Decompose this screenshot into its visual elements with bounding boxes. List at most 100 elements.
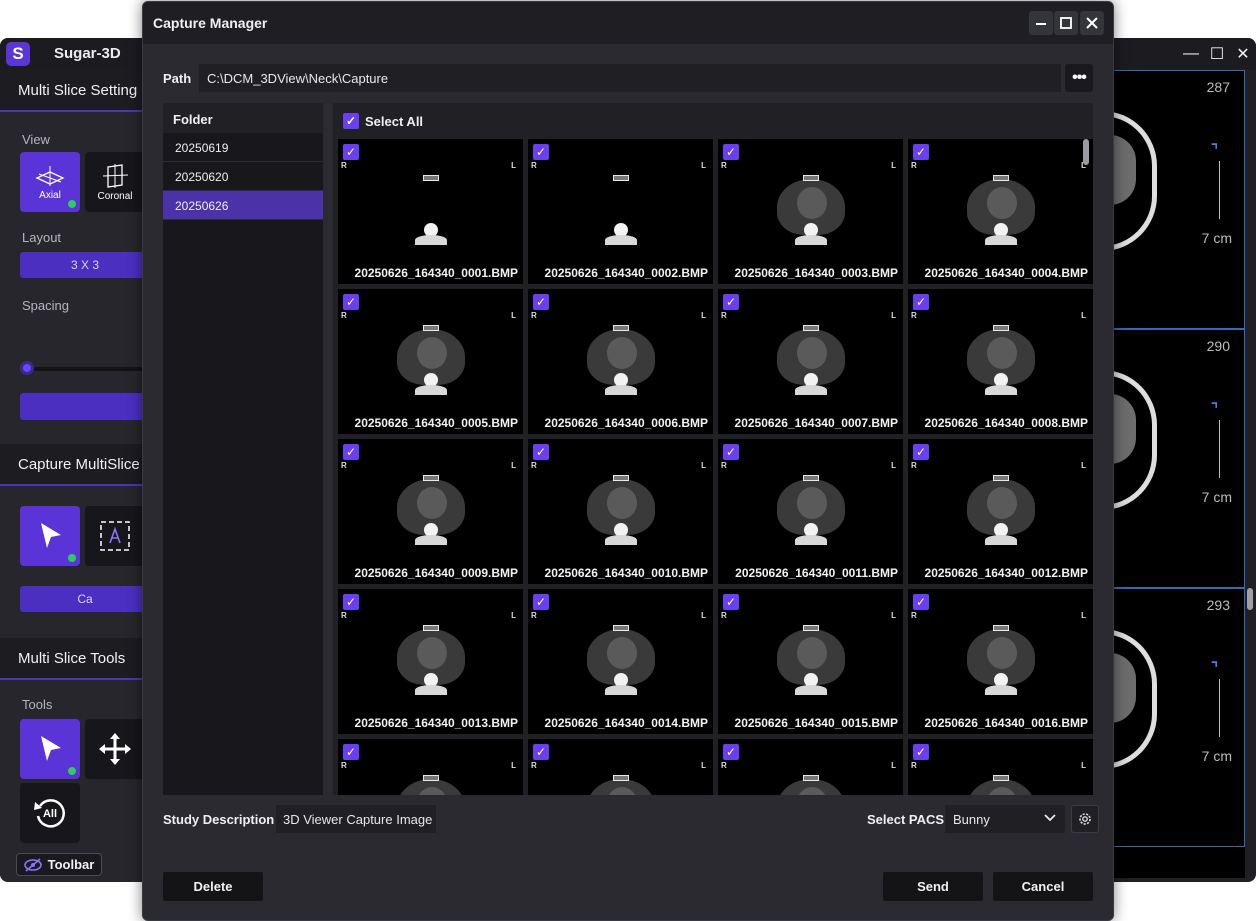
pacs-selected-value: Bunny	[953, 812, 990, 827]
orientation-label-right: R	[531, 161, 537, 170]
folder-item[interactable]: 20250620	[163, 162, 323, 191]
thumbnail-filename: 20250626_164340_0003.BMP	[734, 266, 898, 280]
grid-scrollbar-thumb[interactable]	[1083, 139, 1089, 165]
viewport-grid[interactable]: 287 ⌝ 7 cm 290 ⌝ 7 cm 293 ⌝ 7 cm	[1113, 70, 1245, 878]
section-multi-slice-setting[interactable]: Multi Slice Setting	[0, 70, 145, 112]
orientation-marker: ⌝	[1210, 142, 1218, 159]
thumbnail-item[interactable]: ✓ R L 20250626_164340_0012.BMP	[908, 439, 1093, 584]
orientation-label-right: R	[341, 611, 347, 620]
apply-spacing-button[interactable]	[20, 393, 150, 420]
tool-move-button[interactable]	[85, 719, 145, 779]
checkbox-checked-icon[interactable]: ✓	[343, 444, 359, 460]
checkbox-checked-icon[interactable]: ✓	[343, 594, 359, 610]
layout-select[interactable]: 3 X 3	[20, 252, 150, 278]
section-multi-slice-tools[interactable]: Multi Slice Tools	[0, 638, 145, 680]
thumbnail-item[interactable]: ✓ R L 20250626_164340_0001.BMP	[338, 139, 523, 284]
path-label: Path	[163, 71, 192, 86]
active-status-dot	[68, 767, 76, 775]
checkbox-checked-icon[interactable]: ✓	[343, 294, 359, 310]
folder-item[interactable]: 20250619	[163, 133, 323, 162]
thumbnail-item[interactable]: ✓ R L 20250626_164340_0003.BMP	[718, 139, 903, 284]
thumbnail-item[interactable]: ✓ R L 20250626_164340_0004.BMP	[908, 139, 1093, 284]
pacs-settings-button[interactable]	[1071, 805, 1099, 833]
checkbox-checked-icon[interactable]: ✓	[723, 594, 739, 610]
spacing-slider-handle[interactable]	[20, 361, 34, 375]
folder-header: Folder	[163, 103, 323, 133]
thumbnail-item[interactable]: ✓ R L 20250626_164340_0008.BMP	[908, 289, 1093, 434]
send-button[interactable]: Send	[883, 872, 983, 901]
checkbox-checked-icon[interactable]: ✓	[533, 444, 549, 460]
cancel-button[interactable]: Cancel	[993, 872, 1093, 901]
checkbox-checked-icon[interactable]: ✓	[913, 444, 929, 460]
checkbox-checked-icon[interactable]: ✓	[913, 744, 929, 760]
capture-region-tool[interactable]	[85, 506, 145, 566]
thumbnail-item[interactable]: ✓ R L 20250626_164340_0011.BMP	[718, 439, 903, 584]
select-all-checkbox[interactable]: ✓ Select All	[343, 112, 423, 130]
section-capture-multislice[interactable]: Capture MultiSlice	[0, 444, 145, 486]
app-scrollbar-thumb[interactable]	[1247, 588, 1253, 610]
tool-rotate-reset-all-button[interactable]: All	[20, 783, 80, 843]
checkbox-checked-icon[interactable]: ✓	[723, 294, 739, 310]
pointer-icon	[41, 523, 61, 548]
browse-path-button[interactable]: •••	[1065, 64, 1093, 92]
viewport[interactable]: 287 ⌝ 7 cm	[1113, 70, 1245, 329]
dialog-titlebar[interactable]: Capture Manager	[143, 2, 1113, 44]
checkbox-checked-icon[interactable]: ✓	[533, 144, 549, 160]
viewport[interactable]: 293 ⌝ 7 cm	[1113, 588, 1245, 847]
thumbnail-item[interactable]: ✓ R L 20250626_164340_0016.BMP	[908, 589, 1093, 734]
orientation-label-right: R	[721, 761, 727, 770]
toolbar-toggle-button[interactable]: Toolbar	[16, 853, 102, 876]
app-maximize-icon[interactable]: ☐	[1204, 42, 1230, 66]
scale-label: 7 cm	[1201, 230, 1232, 246]
app-minimize-icon[interactable]: —	[1178, 42, 1204, 66]
thumbnail-item[interactable]: ✓ R L	[718, 739, 903, 795]
slice-number: 287	[1206, 79, 1230, 95]
viewport[interactable]: 290 ⌝ 7 cm	[1113, 329, 1245, 588]
thumbnail-item[interactable]: ✓ R L	[338, 739, 523, 795]
checkbox-checked-icon[interactable]: ✓	[913, 594, 929, 610]
thumbnail-item[interactable]: ✓ R L 20250626_164340_0015.BMP	[718, 589, 903, 734]
spacing-slider-track[interactable]	[26, 367, 146, 371]
thumbnail-item[interactable]: ✓ R L 20250626_164340_0010.BMP	[528, 439, 713, 584]
delete-button[interactable]: Delete	[163, 872, 263, 901]
thumbnail-item[interactable]: ✓ R L 20250626_164340_0002.BMP	[528, 139, 713, 284]
thumbnail-item[interactable]: ✓ R L 20250626_164340_0014.BMP	[528, 589, 713, 734]
pacs-select[interactable]: Bunny	[945, 805, 1065, 833]
folder-item-selected[interactable]: 20250626	[163, 191, 323, 220]
close-icon[interactable]	[1080, 11, 1104, 35]
orientation-label-left: L	[511, 461, 516, 470]
coronal-plane-icon	[102, 163, 129, 188]
orientation-label-right: R	[911, 461, 917, 470]
view-axial-button[interactable]: Axial	[20, 152, 80, 212]
checkbox-checked-icon[interactable]: ✓	[343, 144, 359, 160]
slice-number: 293	[1206, 597, 1230, 613]
checkbox-checked-icon[interactable]: ✓	[723, 744, 739, 760]
study-description-input[interactable]	[276, 805, 436, 833]
thumbnail-item[interactable]: ✓ R L 20250626_164340_0006.BMP	[528, 289, 713, 434]
orientation-label-right: R	[721, 611, 727, 620]
thumbnail-item[interactable]: ✓ R L	[908, 739, 1093, 795]
thumbnail-item[interactable]: ✓ R L	[528, 739, 713, 795]
checkbox-checked-icon[interactable]: ✓	[913, 144, 929, 160]
checkbox-checked-icon[interactable]: ✓	[723, 444, 739, 460]
thumbnail-item[interactable]: ✓ R L 20250626_164340_0009.BMP	[338, 439, 523, 584]
tool-pointer-button[interactable]	[20, 719, 80, 779]
thumbnail-item[interactable]: ✓ R L 20250626_164340_0007.BMP	[718, 289, 903, 434]
maximize-icon[interactable]	[1054, 11, 1078, 35]
capture-button[interactable]: Ca	[20, 586, 150, 612]
thumbnail-item[interactable]: ✓ R L 20250626_164340_0005.BMP	[338, 289, 523, 434]
path-input[interactable]	[199, 64, 1061, 92]
checkbox-checked-icon[interactable]: ✓	[913, 294, 929, 310]
checkbox-checked-icon[interactable]: ✓	[533, 294, 549, 310]
checkbox-checked-icon[interactable]: ✓	[533, 744, 549, 760]
checkbox-checked-icon[interactable]: ✓	[343, 744, 359, 760]
checkbox-checked-icon[interactable]: ✓	[723, 144, 739, 160]
capture-select-tool[interactable]	[20, 506, 80, 566]
orientation-label-left: L	[701, 311, 706, 320]
eye-slash-icon	[23, 857, 42, 872]
app-close-icon[interactable]: ✕	[1230, 42, 1256, 66]
minimize-icon[interactable]	[1029, 11, 1053, 35]
thumbnail-item[interactable]: ✓ R L 20250626_164340_0013.BMP	[338, 589, 523, 734]
checkbox-checked-icon[interactable]: ✓	[533, 594, 549, 610]
view-coronal-button[interactable]: Coronal	[85, 152, 145, 212]
